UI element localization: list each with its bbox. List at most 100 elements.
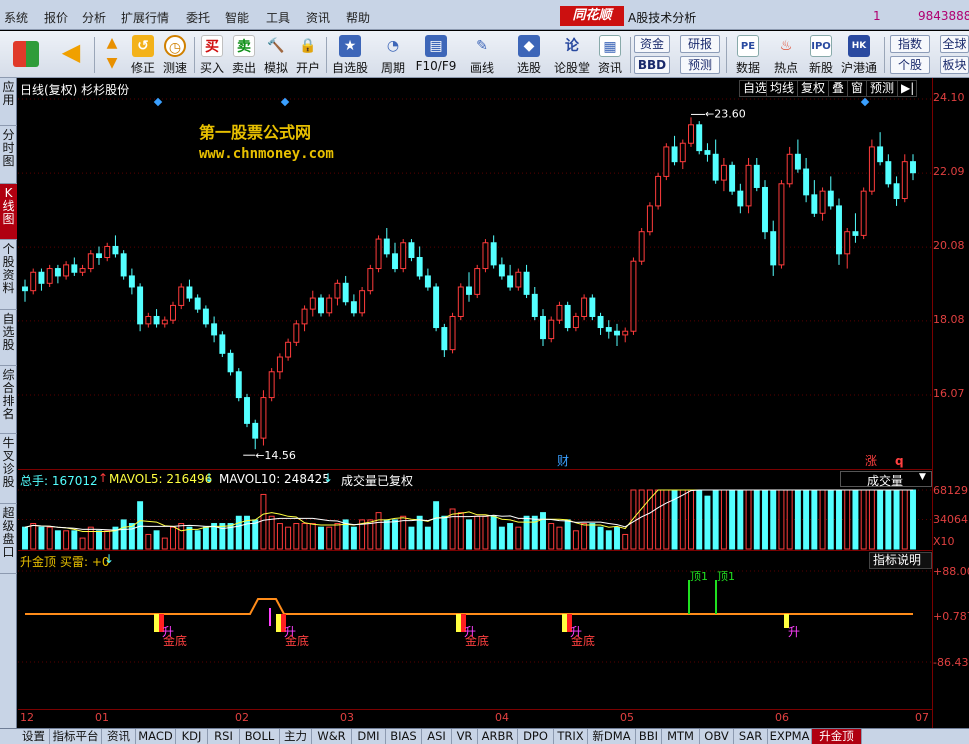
menu-analysis[interactable]: 分析 [82, 9, 106, 26]
volume-bar-down [466, 519, 472, 550]
bottom-tab-rsi[interactable]: RSI [208, 729, 240, 744]
indicator-explain-button[interactable]: 指标说明 [869, 552, 932, 569]
toolbar-buy[interactable]: 买 买入 [198, 33, 226, 77]
menu-tools[interactable]: 工具 [266, 9, 290, 26]
down-arrow-icon: ▼ [106, 55, 118, 71]
left-tab-profile[interactable]: 个股资料 [0, 240, 17, 310]
research-button[interactable]: 研报 [680, 35, 720, 53]
left-tab-orderbook[interactable]: 超级盘口 [0, 504, 17, 574]
bottom-tab-vr[interactable]: VR [452, 729, 478, 744]
kline-btn-forecast[interactable]: 预测 [866, 80, 899, 97]
toolbar-watchlist[interactable]: ★ 自选股 [330, 33, 370, 77]
toolbar-stock-picker[interactable]: ◆ 选股 [510, 33, 548, 77]
top-signal-label: 顶1 [717, 570, 735, 583]
toolbar-hotspot[interactable]: ♨ 热点 [770, 33, 802, 77]
bottom-tab--[interactable]: 资讯 [102, 729, 136, 744]
left-tab-kline[interactable]: K线图 [0, 184, 17, 240]
left-tab-apps[interactable]: 应用 [0, 78, 17, 126]
toolbar-open-account[interactable]: 🔒 开户 [294, 33, 322, 77]
kline-btn-window[interactable]: 窗 [847, 80, 868, 97]
buy-icon: 买 [201, 35, 223, 57]
kline-collapse-icon[interactable]: ▶| [897, 80, 917, 97]
bottom-tab-bias[interactable]: BIAS [386, 729, 422, 744]
toolbar-simulate[interactable]: 🔨 模拟 [262, 33, 290, 77]
toolbar-ipo[interactable]: IPO 新股 [806, 33, 836, 77]
volume-bar-up [901, 489, 908, 550]
signal-bar-red [461, 614, 466, 632]
menu-extended[interactable]: 扩展行情 [121, 9, 169, 26]
bottom-tab-mtm[interactable]: MTM [662, 729, 700, 744]
bottom-tab--dma[interactable]: 新DMA [588, 729, 636, 744]
global-button[interactable]: 全球 [940, 35, 969, 53]
candle-down [564, 304, 571, 329]
candle-up [786, 153, 793, 185]
bottom-tab-w-r[interactable]: W&R [312, 729, 352, 744]
menu-help[interactable]: 帮助 [346, 9, 370, 26]
bottom-tab--[interactable]: 主力 [280, 729, 312, 744]
toolbar-data[interactable]: PE 数据 [732, 33, 764, 77]
volume-bar-down [252, 519, 259, 550]
index-button[interactable]: 指数 [890, 35, 930, 53]
volume-dropdown[interactable]: 成交量 ▼ [840, 471, 932, 488]
bottom-tab--[interactable]: 升金顶 [812, 729, 862, 744]
bottom-tab-boll[interactable]: BOLL [240, 729, 280, 744]
bottom-tab-expma[interactable]: EXPMA [768, 729, 812, 744]
bottom-tab-kdj[interactable]: KDJ [176, 729, 208, 744]
forecast-button[interactable]: 预测 [680, 56, 720, 74]
bottom-tab-obv[interactable]: OBV [700, 729, 734, 744]
toolbar-f10[interactable]: ▤ F10/F9 [414, 33, 458, 77]
bottom-tab-trix[interactable]: TRIX [554, 729, 588, 744]
bottom-tab-sar[interactable]: SAR [734, 729, 768, 744]
volume-bar-up [161, 537, 168, 550]
toolbar-revise[interactable]: ↺ 修正 [128, 33, 158, 77]
candle-down [38, 271, 45, 284]
bottom-tab-dpo[interactable]: DPO [518, 729, 554, 744]
menu-smart[interactable]: 智能 [225, 9, 249, 26]
menu-quote[interactable]: 报价 [44, 9, 68, 26]
volume-bar-up [819, 489, 826, 550]
revise-icon: ↺ [132, 35, 154, 57]
toolbar-hk-connect[interactable]: HK 沪港通 [840, 33, 878, 77]
bottom-tab-arbr[interactable]: ARBR [478, 729, 518, 744]
candle-up [161, 319, 168, 325]
sector-button[interactable]: 板块 [940, 56, 969, 74]
volume-bar-up [334, 523, 341, 550]
date-tick: 05 [620, 711, 634, 724]
kline-btn-adjust[interactable]: 复权 [797, 80, 830, 97]
bottom-tab-bbi[interactable]: BBI [636, 729, 662, 744]
toolbar-sell[interactable]: 卖 卖出 [230, 33, 258, 77]
bottom-tab-dmi[interactable]: DMI [352, 729, 386, 744]
bbd-button[interactable]: BBD [634, 56, 670, 74]
bottom-tab--[interactable]: 指标平台 [50, 729, 102, 744]
left-tab-diagnosis[interactable]: 牛叉诊股 [0, 434, 17, 504]
left-tab-timeshare[interactable]: 分时图 [0, 126, 17, 184]
left-tab-watchlist[interactable]: 自选股 [0, 310, 17, 366]
toolbar-draw[interactable]: ✎ 画线 [466, 33, 498, 77]
up-down-button[interactable]: ▲ ▼ [99, 33, 125, 77]
toolbar-period[interactable]: ◔ 周期 [378, 33, 408, 77]
volume-bar-up [638, 489, 645, 550]
stock-chart[interactable]: ←23.60←14.56 财涨 q 升金底升金底升金底升金底顶1 顶1升 [0, 0, 969, 744]
candle-up [556, 304, 563, 321]
watchlist-label: 自选股 [331, 61, 368, 75]
toolbar-news[interactable]: ▦ 资讯 [595, 33, 625, 77]
windows-button[interactable] [8, 33, 44, 77]
menu-order[interactable]: 委托 [186, 9, 210, 26]
bottom-tab-asi[interactable]: ASI [422, 729, 452, 744]
toolbar-forum[interactable]: 论 论股堂 [552, 33, 592, 77]
menu-news[interactable]: 资讯 [306, 9, 330, 26]
stock-button[interactable]: 个股 [890, 56, 930, 74]
menu-system[interactable]: 系统 [4, 9, 28, 26]
toolbar-speedtest[interactable]: ◷ 测速 [160, 33, 190, 77]
volume-bar-down [433, 501, 440, 550]
kline-btn-overlay[interactable]: 叠 [828, 80, 849, 97]
kline-btn-ma[interactable]: 均线 [766, 80, 799, 97]
bottom-tab--[interactable]: 设置 [18, 729, 50, 744]
candle-down [244, 397, 250, 424]
capital-button[interactable]: 资金 [634, 35, 670, 53]
event-marker [280, 97, 290, 107]
volume-bar-down [564, 519, 571, 550]
back-button[interactable]: ◀ [52, 33, 90, 77]
left-tab-ranking[interactable]: 综合排名 [0, 366, 17, 434]
bottom-tab-macd[interactable]: MACD [136, 729, 176, 744]
